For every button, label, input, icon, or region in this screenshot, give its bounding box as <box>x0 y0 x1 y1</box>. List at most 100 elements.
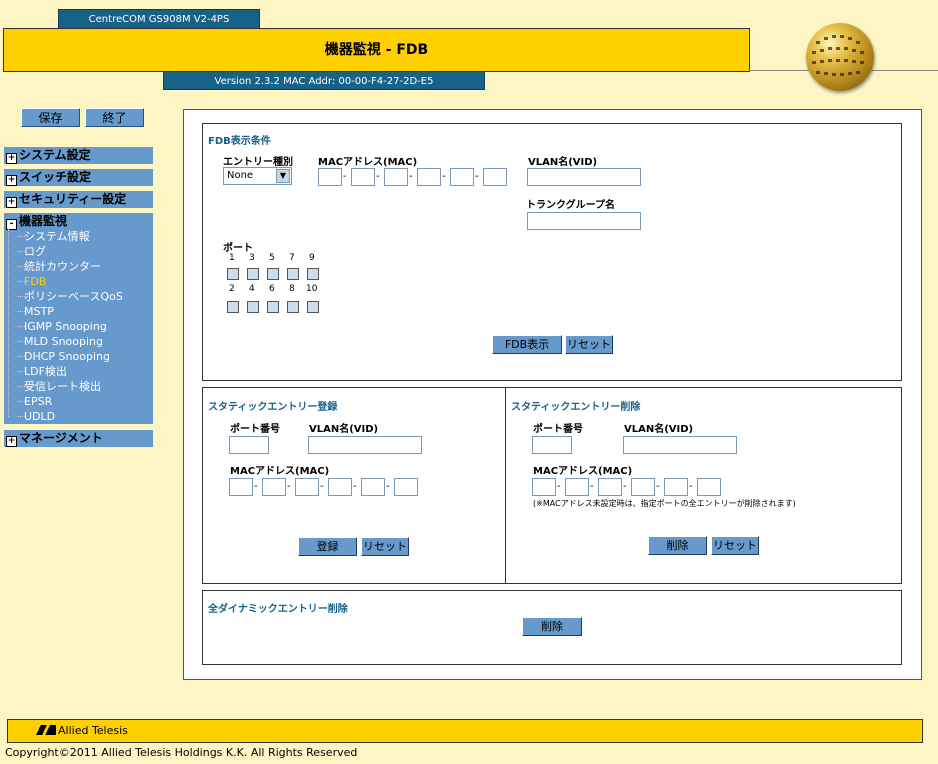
menu-label: マネージメント <box>19 431 103 445</box>
sidebar-item-fdb[interactable]: FDB <box>17 274 46 289</box>
sidebar-item-ldf[interactable]: LDF検出 <box>18 364 67 379</box>
mac-separator: - <box>557 481 561 492</box>
port-2-checkbox[interactable] <box>227 301 239 313</box>
mac-octet-1[interactable] <box>318 168 342 186</box>
sidebar-item-igmp[interactable]: IGMP Snooping <box>18 319 107 334</box>
static-delete-button[interactable]: 削除 <box>648 536 707 555</box>
port-3-checkbox[interactable] <box>247 268 259 280</box>
port-6-checkbox[interactable] <box>267 301 279 313</box>
register-mac-octet-2[interactable] <box>262 478 286 496</box>
menu-switch-settings[interactable]: + スイッチ設定 <box>4 169 153 186</box>
port-number: 9 <box>309 253 315 263</box>
menu-system-settings[interactable]: + システム設定 <box>4 147 153 164</box>
globe-logo-icon <box>806 23 874 91</box>
register-vlan-input[interactable] <box>308 436 422 454</box>
port-number: 4 <box>249 284 255 294</box>
expand-icon: + <box>6 153 17 164</box>
mac-separator: - <box>442 171 446 182</box>
allied-telesis-logo: Allied Telesis <box>30 724 128 738</box>
mac-octet-5[interactable] <box>450 168 474 186</box>
dynamic-delete-button[interactable]: 削除 <box>522 617 582 636</box>
port-10-checkbox[interactable] <box>307 301 319 313</box>
static-register-title: スタティックエントリー登録 <box>208 402 338 413</box>
delete-mac-octet-2[interactable] <box>565 478 589 496</box>
delete-port-input[interactable] <box>532 436 572 454</box>
mac-separator: - <box>689 481 693 492</box>
mac-separator: - <box>590 481 594 492</box>
menu-management[interactable]: + マネージメント <box>4 430 153 447</box>
mac-label: MACアドレス(MAC) <box>230 466 330 477</box>
mac-octet-2[interactable] <box>351 168 375 186</box>
sidebar-item-rate[interactable]: 受信レート検出 <box>18 379 101 394</box>
delete-mac-octet-1[interactable] <box>532 478 556 496</box>
expand-icon: + <box>6 436 17 447</box>
delete-vlan-input[interactable] <box>623 436 737 454</box>
delete-mac-octet-6[interactable] <box>697 478 721 496</box>
mac-separator: - <box>320 481 324 492</box>
footer-bar: Allied Telesis <box>7 719 923 743</box>
delete-reset-button[interactable]: リセット <box>711 536 759 555</box>
entry-type-label: エントリー種別 <box>223 157 293 168</box>
port-4-checkbox[interactable] <box>247 301 259 313</box>
static-delete-title: スタティックエントリー削除 <box>511 402 641 413</box>
menu-monitoring[interactable]: - 機器監視 <box>4 213 153 230</box>
vlan-label: VLAN名(VID) <box>309 424 379 435</box>
mac-separator: - <box>409 171 413 182</box>
trunk-input[interactable] <box>527 212 641 230</box>
exit-button[interactable]: 終了 <box>85 108 144 127</box>
port-8-checkbox[interactable] <box>287 301 299 313</box>
mac-separator: - <box>254 481 258 492</box>
trunk-label: トランクグループ名 <box>526 200 615 211</box>
port-number: 7 <box>289 253 295 263</box>
delete-note: (※MACアドレス未設定時は、指定ポートの全エントリーが削除されます) <box>533 499 796 508</box>
port-number-label: ポート番号 <box>230 424 280 435</box>
fdb-show-button[interactable]: FDB表示 <box>492 335 562 354</box>
port-label: ポート <box>223 243 253 254</box>
register-mac-octet-1[interactable] <box>229 478 253 496</box>
delete-mac-octet-4[interactable] <box>631 478 655 496</box>
version-info: Version 2.3.2 MAC Addr: 00-00-F4-27-2D-E… <box>163 71 485 90</box>
register-port-input[interactable] <box>229 436 269 454</box>
sidebar-item-system-info[interactable]: システム情報 <box>18 229 90 244</box>
port-number: 6 <box>269 284 275 294</box>
fdb-reset-button[interactable]: リセット <box>565 335 613 354</box>
sidebar-item-log[interactable]: ログ <box>18 244 46 259</box>
port-7-checkbox[interactable] <box>287 268 299 280</box>
port-number: 10 <box>306 284 318 294</box>
vlan-input[interactable] <box>527 168 641 186</box>
port-number: 8 <box>289 284 295 294</box>
fdb-display-title: FDB表示条件 <box>208 136 271 147</box>
sidebar-item-epsr[interactable]: EPSR <box>17 394 52 409</box>
register-mac-octet-4[interactable] <box>328 478 352 496</box>
entry-type-select[interactable]: None ▼ <box>223 167 292 185</box>
port-9-checkbox[interactable] <box>307 268 319 280</box>
vlan-label: VLAN名(VID) <box>528 157 598 168</box>
menu-security-settings[interactable]: + セキュリティー設定 <box>4 191 153 208</box>
register-mac-octet-5[interactable] <box>361 478 385 496</box>
port-number-label: ポート番号 <box>533 424 583 435</box>
register-mac-octet-3[interactable] <box>295 478 319 496</box>
sidebar-item-stats[interactable]: 統計カウンター <box>18 259 101 274</box>
sidebar-item-dhcp[interactable]: DHCP Snooping <box>18 349 110 364</box>
delete-mac-octet-3[interactable] <box>598 478 622 496</box>
register-mac-octet-6[interactable] <box>394 478 418 496</box>
model-tab: CentreCOM GS908M V2-4PS <box>58 9 260 29</box>
mac-separator: - <box>656 481 660 492</box>
delete-mac-octet-5[interactable] <box>664 478 688 496</box>
sidebar-item-mld[interactable]: MLD Snooping <box>18 334 103 349</box>
mac-octet-3[interactable] <box>384 168 408 186</box>
port-number: 1 <box>229 253 235 263</box>
mac-octet-6[interactable] <box>483 168 507 186</box>
chevron-down-icon: ▼ <box>276 169 290 183</box>
sidebar-item-udld[interactable]: UDLD <box>17 409 55 424</box>
sidebar-item-qos[interactable]: ポリシーベースQoS <box>18 289 123 304</box>
port-5-checkbox[interactable] <box>267 268 279 280</box>
menu-label: システム設定 <box>19 148 91 162</box>
port-1-checkbox[interactable] <box>227 268 239 280</box>
mac-octet-4[interactable] <box>417 168 441 186</box>
register-button[interactable]: 登録 <box>298 537 357 556</box>
save-button[interactable]: 保存 <box>21 108 80 127</box>
menu-label: 機器監視 <box>19 214 68 228</box>
sidebar-item-mstp[interactable]: MSTP <box>18 304 54 319</box>
register-reset-button[interactable]: リセット <box>361 537 409 556</box>
